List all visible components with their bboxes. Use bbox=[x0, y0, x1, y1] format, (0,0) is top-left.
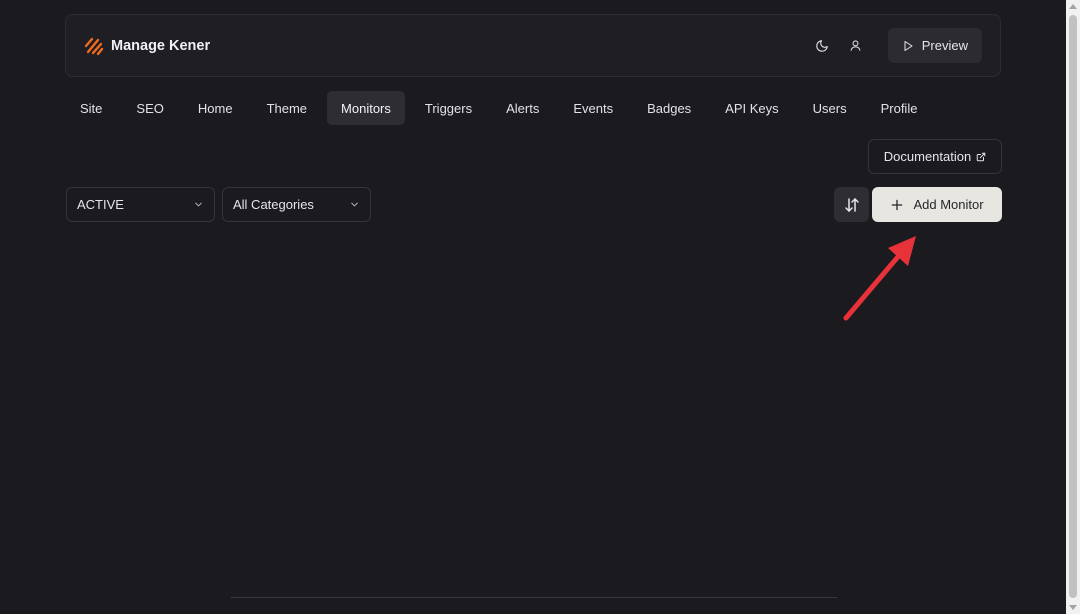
tab-label: Users bbox=[812, 100, 847, 116]
brand[interactable]: Manage Kener bbox=[84, 36, 210, 56]
chevron-down-icon bbox=[349, 199, 360, 210]
plus-icon bbox=[892, 199, 903, 210]
tab-label: Profile bbox=[880, 100, 918, 116]
tab-label: Alerts bbox=[506, 100, 540, 116]
tab-profile[interactable]: Profile bbox=[867, 91, 932, 125]
add-monitor-label: Add Monitor bbox=[913, 197, 984, 212]
play-icon bbox=[904, 40, 913, 51]
tab-badges[interactable]: Badges bbox=[633, 91, 705, 125]
tab-label: API Keys bbox=[725, 100, 779, 116]
tab-site[interactable]: Site bbox=[66, 91, 116, 125]
settings-nav: Site SEO Home Theme Monitors Triggers Al… bbox=[66, 91, 937, 125]
tab-monitors[interactable]: Monitors bbox=[327, 91, 405, 125]
preview-label: Preview bbox=[921, 38, 968, 53]
tab-theme[interactable]: Theme bbox=[253, 91, 321, 125]
annotation-arrow-icon bbox=[843, 236, 916, 321]
theme-toggle-button[interactable] bbox=[808, 32, 836, 60]
documentation-button[interactable]: Documentation bbox=[868, 139, 1002, 174]
brand-title: Manage Kener bbox=[111, 37, 211, 54]
footer-divider bbox=[231, 597, 837, 598]
tab-api-keys[interactable]: API Keys bbox=[711, 91, 792, 125]
tab-label: Site bbox=[80, 100, 103, 116]
header-actions: Preview bbox=[808, 28, 982, 63]
category-filter-select[interactable]: All Categories bbox=[222, 187, 371, 222]
moon-icon bbox=[815, 39, 828, 52]
status-filter-value: ACTIVE bbox=[77, 197, 124, 212]
scroll-down-arrow-icon[interactable] bbox=[1069, 605, 1077, 610]
preview-button[interactable]: Preview bbox=[887, 28, 982, 63]
chevron-down-icon bbox=[193, 199, 204, 210]
user-icon bbox=[850, 40, 861, 51]
add-monitor-button[interactable]: Add Monitor bbox=[872, 187, 1002, 222]
tab-label: Badges bbox=[647, 100, 692, 116]
page: Manage Kener Preview Site SEO Home Theme… bbox=[0, 0, 1080, 614]
tab-users[interactable]: Users bbox=[799, 91, 861, 125]
sort-arrows-icon bbox=[844, 197, 859, 212]
external-link-icon bbox=[976, 152, 986, 161]
top-header: Manage Kener Preview bbox=[65, 14, 1001, 77]
tab-events[interactable]: Events bbox=[559, 91, 627, 125]
tab-label: Monitors bbox=[341, 100, 391, 116]
scroll-up-arrow-icon[interactable] bbox=[1069, 4, 1077, 9]
scroll-thumb[interactable] bbox=[1069, 15, 1077, 598]
tab-seo[interactable]: SEO bbox=[122, 91, 177, 125]
category-filter-value: All Categories bbox=[233, 197, 314, 212]
vertical-scrollbar[interactable] bbox=[1066, 0, 1080, 614]
profile-button[interactable] bbox=[842, 32, 870, 60]
tab-label: SEO bbox=[136, 100, 164, 116]
tab-label: Theme bbox=[266, 100, 308, 116]
documentation-label: Documentation bbox=[883, 149, 972, 164]
tab-label: Triggers bbox=[424, 100, 473, 116]
tab-home[interactable]: Home bbox=[184, 91, 247, 125]
sort-button[interactable] bbox=[834, 187, 869, 222]
tab-alerts[interactable]: Alerts bbox=[492, 91, 553, 125]
tab-label: Events bbox=[573, 100, 614, 116]
status-filter-select[interactable]: ACTIVE bbox=[66, 187, 215, 222]
tab-label: Home bbox=[197, 100, 233, 116]
kener-logo-icon bbox=[84, 37, 104, 55]
tab-triggers[interactable]: Triggers bbox=[411, 91, 486, 125]
